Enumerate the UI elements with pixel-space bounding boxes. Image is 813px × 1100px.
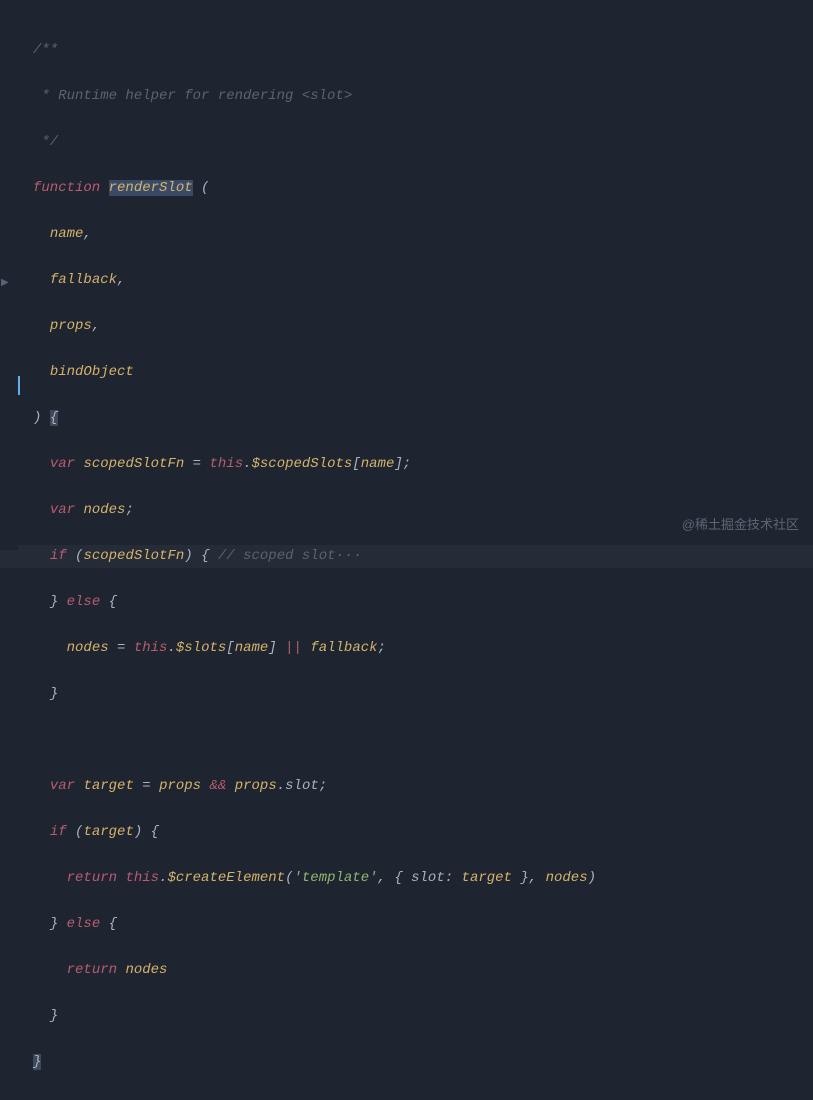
param-fallback: fallback [50, 272, 117, 288]
fn-createElement: $createElement [167, 870, 285, 886]
comment-text: /** [33, 42, 58, 58]
fold-arrow-icon[interactable]: ▶ [1, 272, 9, 295]
code-line: } [33, 1005, 813, 1028]
ref-nodes: nodes [546, 870, 588, 886]
string-literal: 'template' [293, 870, 377, 886]
ref-fallback: fallback [310, 640, 377, 656]
code-line: var scopedSlotFn = this.$scopedSlots[nam… [33, 453, 813, 476]
comment-text: // scoped slot [218, 548, 336, 564]
keyword-if: if [50, 824, 67, 840]
code-line: } else { [33, 913, 813, 936]
param-bindObject: bindObject [50, 364, 134, 380]
ref-target: target [83, 824, 133, 840]
code-line: return this.$createElement('template', {… [33, 867, 813, 890]
var-scopedSlotFn: scopedSlotFn [83, 456, 184, 472]
comment-text: * Runtime helper for rendering <slot> [33, 88, 352, 104]
code-line: return nodes [33, 959, 813, 982]
code-line: * Runtime helper for rendering <slot> [33, 85, 813, 108]
brace-open: { [50, 410, 58, 426]
keyword-this: this [125, 870, 159, 886]
code-line: } [33, 683, 813, 706]
code-line: ) { [33, 407, 813, 430]
code-editor[interactable]: /** * Runtime helper for rendering <slot… [0, 0, 813, 1100]
keyword-this: this [209, 456, 243, 472]
watermark-text: @稀土掘金技术社区 [682, 513, 799, 536]
ref-scopedSlotFn: scopedSlotFn [83, 548, 184, 564]
code-line-highlighted: if (scopedSlotFn) { // scoped slot··· [0, 545, 813, 568]
prop-slot: slot [285, 778, 319, 794]
ref-nodes: nodes [67, 640, 109, 656]
keyword-else: else [67, 594, 101, 610]
keyword-var: var [50, 456, 75, 472]
editor-cursor [18, 376, 20, 395]
ref-props: props [235, 778, 277, 794]
fold-marker-icon[interactable]: ··· [336, 548, 363, 564]
code-line: nodes = this.$slots[name] || fallback; [33, 637, 813, 660]
keyword-if: if [50, 548, 67, 564]
code-line: */ [33, 131, 813, 154]
keyword-var: var [50, 502, 75, 518]
comment-text: */ [33, 134, 58, 150]
code-line: if (target) { [33, 821, 813, 844]
ref-name: name [361, 456, 395, 472]
keyword-else: else [67, 916, 101, 932]
brace-close: } [33, 1054, 41, 1070]
prop-scopedSlots: $scopedSlots [252, 456, 353, 472]
ref-props: props [159, 778, 201, 794]
code-line: fallback, [33, 269, 813, 292]
param-props: props [50, 318, 92, 334]
keyword-var: var [50, 778, 75, 794]
code-line: name, [33, 223, 813, 246]
obj-key-slot: slot [411, 870, 445, 886]
code-line: props, [33, 315, 813, 338]
editor-gutter: ▶ [0, 0, 18, 550]
keyword-this: this [134, 640, 168, 656]
code-line: /** [33, 39, 813, 62]
code-line: } else { [33, 591, 813, 614]
var-nodes: nodes [83, 502, 125, 518]
code-line: } [33, 1051, 813, 1074]
code-line: var target = props && props.slot; [33, 775, 813, 798]
ref-nodes: nodes [125, 962, 167, 978]
code-line-empty [33, 729, 813, 752]
keyword-return: return [67, 870, 117, 886]
var-target: target [83, 778, 133, 794]
paren: ( [201, 180, 209, 196]
ref-name: name [235, 640, 269, 656]
code-line: bindObject [33, 361, 813, 384]
function-name: renderSlot [109, 180, 193, 196]
keyword-return: return [67, 962, 117, 978]
code-line: function renderSlot ( [33, 177, 813, 200]
prop-slots: $slots [176, 640, 226, 656]
keyword-function: function [33, 180, 100, 196]
param-name: name [50, 226, 84, 242]
ref-target: target [462, 870, 512, 886]
